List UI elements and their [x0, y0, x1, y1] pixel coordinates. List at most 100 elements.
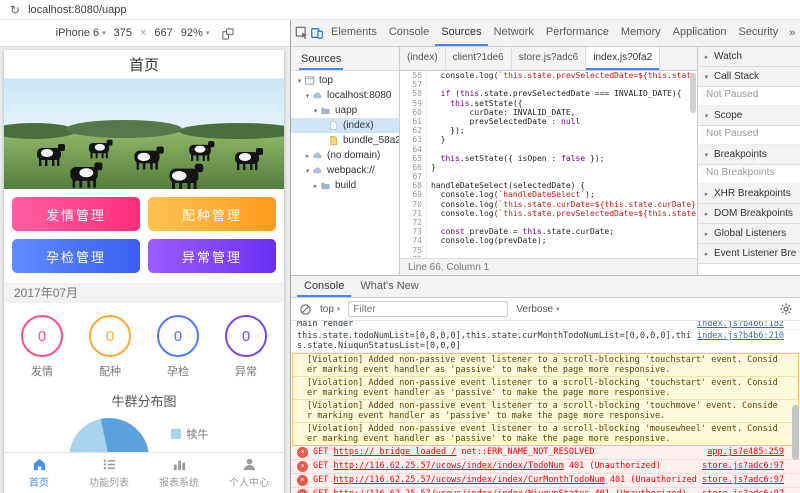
debug-section-watch[interactable]: ▸ Watch	[698, 47, 800, 67]
menu-button-pregnancy-check-management[interactable]: 孕检管理	[12, 239, 140, 273]
tab-features[interactable]: 功能列表	[74, 453, 144, 493]
code-area[interactable]: 56 57 58 59 60 61 62 63 64 65 66 67 68 69 70 71 72 73 74 75…	[400, 71, 697, 258]
sources-panel: Sources ▾ top ▾ localhost:8080 ▾ uapp (i…	[291, 47, 800, 276]
line-number-gutter[interactable]: 56 57 58 59 60 61 62 63 64 65 66 67 68 69 70 71 72 73 74 75…	[400, 71, 427, 258]
url-text[interactable]: localhost:8080/uapp	[28, 4, 126, 16]
devtools-tab-sources[interactable]: Sources	[435, 20, 487, 46]
menu-button-estrus-management[interactable]: 发情管理	[12, 197, 140, 231]
debug-section-scope[interactable]: ▾ Scope	[698, 106, 800, 126]
chevron-down-icon: ▾	[205, 30, 210, 37]
tree-item-index[interactable]: (index)	[291, 118, 399, 133]
console-message-warning: [Violation] Added non-passive event list…	[293, 400, 798, 423]
file-icon	[328, 120, 341, 131]
tree-label: localhost:8080	[327, 90, 392, 101]
console-message-log: this.state.todoNumList=[0,0,0,0],this.st…	[291, 330, 800, 353]
tree-item-no-domain[interactable]: ▸ (no domain)	[291, 148, 399, 163]
stat-label: 发情	[31, 366, 53, 378]
section-title: XHR Breakpoints	[714, 188, 791, 199]
tree-label: webpack://	[327, 165, 375, 176]
more-tabs-chevron[interactable]: »	[785, 27, 799, 39]
folder-icon	[320, 180, 333, 191]
device-select[interactable]: iPhone 6 ▾	[56, 27, 106, 39]
browser-url-bar[interactable]: ↻ localhost:8080/uapp	[0, 0, 800, 20]
console-source-link[interactable]: store.js?adc6:97	[702, 489, 784, 493]
debug-section-xhr-breakpoints[interactable]: ▸ XHR Breakpoints	[698, 184, 800, 204]
tree-item-build[interactable]: ▸ build	[291, 178, 399, 193]
cow-pasture-photo	[4, 79, 284, 189]
section-toggle-icon: ▸	[704, 250, 709, 258]
tree-item-top[interactable]: ▾ top	[291, 73, 399, 88]
calendar-month[interactable]: 2017年07月	[4, 283, 284, 303]
tree-toggle-icon[interactable]: ▾	[303, 167, 312, 175]
reload-icon[interactable]: ↻	[10, 4, 20, 16]
tree-toggle-icon[interactable]: ▾	[311, 107, 320, 115]
file-tree: ▾ top ▾ localhost:8080 ▾ uapp (index) bu…	[291, 71, 399, 275]
tree-toggle-icon[interactable]: ▸	[311, 182, 320, 190]
console-messages: Main render index.js?b4b6:182 this.state.t…	[291, 321, 800, 493]
devtools-tab-memory[interactable]: Memory	[615, 20, 667, 46]
menu-button-abnormal-management[interactable]: 异常管理	[148, 239, 276, 273]
console-level-select[interactable]: Verbose ▾	[516, 304, 559, 315]
domain-icon	[312, 165, 325, 176]
devtools-tab-performance[interactable]: Performance	[540, 20, 615, 46]
stat-circle: 0	[157, 315, 199, 357]
editor-tab-bar: (index) client?1de6 store.js?adc6 index.js?…	[400, 47, 697, 71]
inspect-element-icon[interactable]	[295, 22, 309, 44]
tree-label: bundle_58a26	[343, 135, 399, 146]
zoom-select[interactable]: 92% ▾	[181, 27, 210, 39]
tree-item-localhost-8080[interactable]: ▾ localhost:8080	[291, 88, 399, 103]
chevron-down-icon: ▾	[556, 306, 560, 313]
debug-section-call-stack[interactable]: ▾ Call Stack	[698, 67, 800, 87]
editor-scrollbar[interactable]	[690, 73, 696, 113]
console-settings-icon[interactable]	[780, 303, 792, 315]
console-source-link[interactable]: store.js?adc6:97	[702, 475, 784, 485]
tree-toggle-icon[interactable]: ▸	[303, 152, 312, 160]
editor-tab-index[interactable]: (index)	[400, 47, 446, 70]
chevron-down-icon: ▾	[336, 306, 341, 313]
console-drawer-tab-what-s-new[interactable]: What's New	[353, 276, 425, 297]
devtools-tab-security[interactable]: Security	[732, 20, 784, 46]
tree-label: (index)	[343, 120, 374, 131]
navigator-tab-sources[interactable]: Sources	[299, 48, 343, 70]
tree-item-bundle-58a26[interactable]: bundle_58a26	[291, 133, 399, 148]
code-lines[interactable]: console.log(`this.state.prevSelectedDate…	[427, 71, 697, 258]
section-title: Call Stack	[714, 71, 760, 82]
editor-tab-index-js-0fa2[interactable]: index.js?0fa2	[586, 47, 661, 70]
tree-item-webpack[interactable]: ▾ webpack://	[291, 163, 399, 178]
tree-toggle-icon[interactable]: ▾	[303, 92, 312, 100]
tab-reports[interactable]: 报表系统	[144, 453, 214, 493]
editor-tab-store-js-adc6[interactable]: store.js?adc6	[512, 47, 587, 70]
console-source-link[interactable]: index.js?b4b6:182	[697, 321, 784, 329]
menu-button-breeding-management[interactable]: 配种管理	[148, 197, 276, 231]
tab-profile[interactable]: 个人中心	[214, 453, 284, 493]
console-scrollbar[interactable]	[792, 336, 799, 489]
debug-section-dom-breakpoints[interactable]: ▸ DOM Breakpoints	[698, 204, 800, 224]
debug-section-breakpoints[interactable]: ▾ Breakpoints	[698, 145, 800, 165]
console-filter-input[interactable]	[348, 301, 509, 317]
console-drawer-tab-console[interactable]: Console	[297, 276, 351, 297]
debug-section-global-listeners[interactable]: ▸ Global Listeners	[698, 224, 800, 244]
device-height-input[interactable]: 667	[154, 27, 172, 39]
device-width-input[interactable]: 375	[114, 27, 132, 39]
console-drawer-tabs: Console What's New	[291, 276, 800, 298]
tree-label: top	[319, 75, 333, 86]
devtools-tab-application[interactable]: Application	[667, 20, 733, 46]
tree-item-uapp[interactable]: ▾ uapp	[291, 103, 399, 118]
console-source-link[interactable]: store.js?adc6:97	[702, 461, 784, 471]
app-header: 首页	[4, 50, 284, 79]
devtools-tab-network[interactable]: Network	[488, 20, 540, 46]
tree-toggle-icon[interactable]: ▾	[295, 77, 304, 85]
clear-console-icon[interactable]	[299, 303, 312, 316]
editor-tab-client-1de6[interactable]: client?1de6	[446, 47, 512, 70]
rotate-device-icon[interactable]	[221, 27, 234, 40]
devtools-tab-elements[interactable]: Elements	[325, 20, 383, 46]
debug-section-event-listener-bre[interactable]: ▸ Event Listener Bre	[698, 244, 800, 264]
console-source-link[interactable]: index.js?b4b6:210	[697, 331, 784, 341]
console-context-select[interactable]: top ▾	[320, 304, 340, 315]
tab-home[interactable]: 首页	[4, 453, 74, 493]
stat-circle: 0	[225, 315, 267, 357]
device-toolbar-toggle-icon[interactable]	[310, 22, 324, 44]
section-toggle-icon: ▸	[704, 190, 709, 198]
console-source-link[interactable]: app.js?e485:259	[707, 447, 784, 457]
devtools-tab-console[interactable]: Console	[383, 20, 435, 46]
